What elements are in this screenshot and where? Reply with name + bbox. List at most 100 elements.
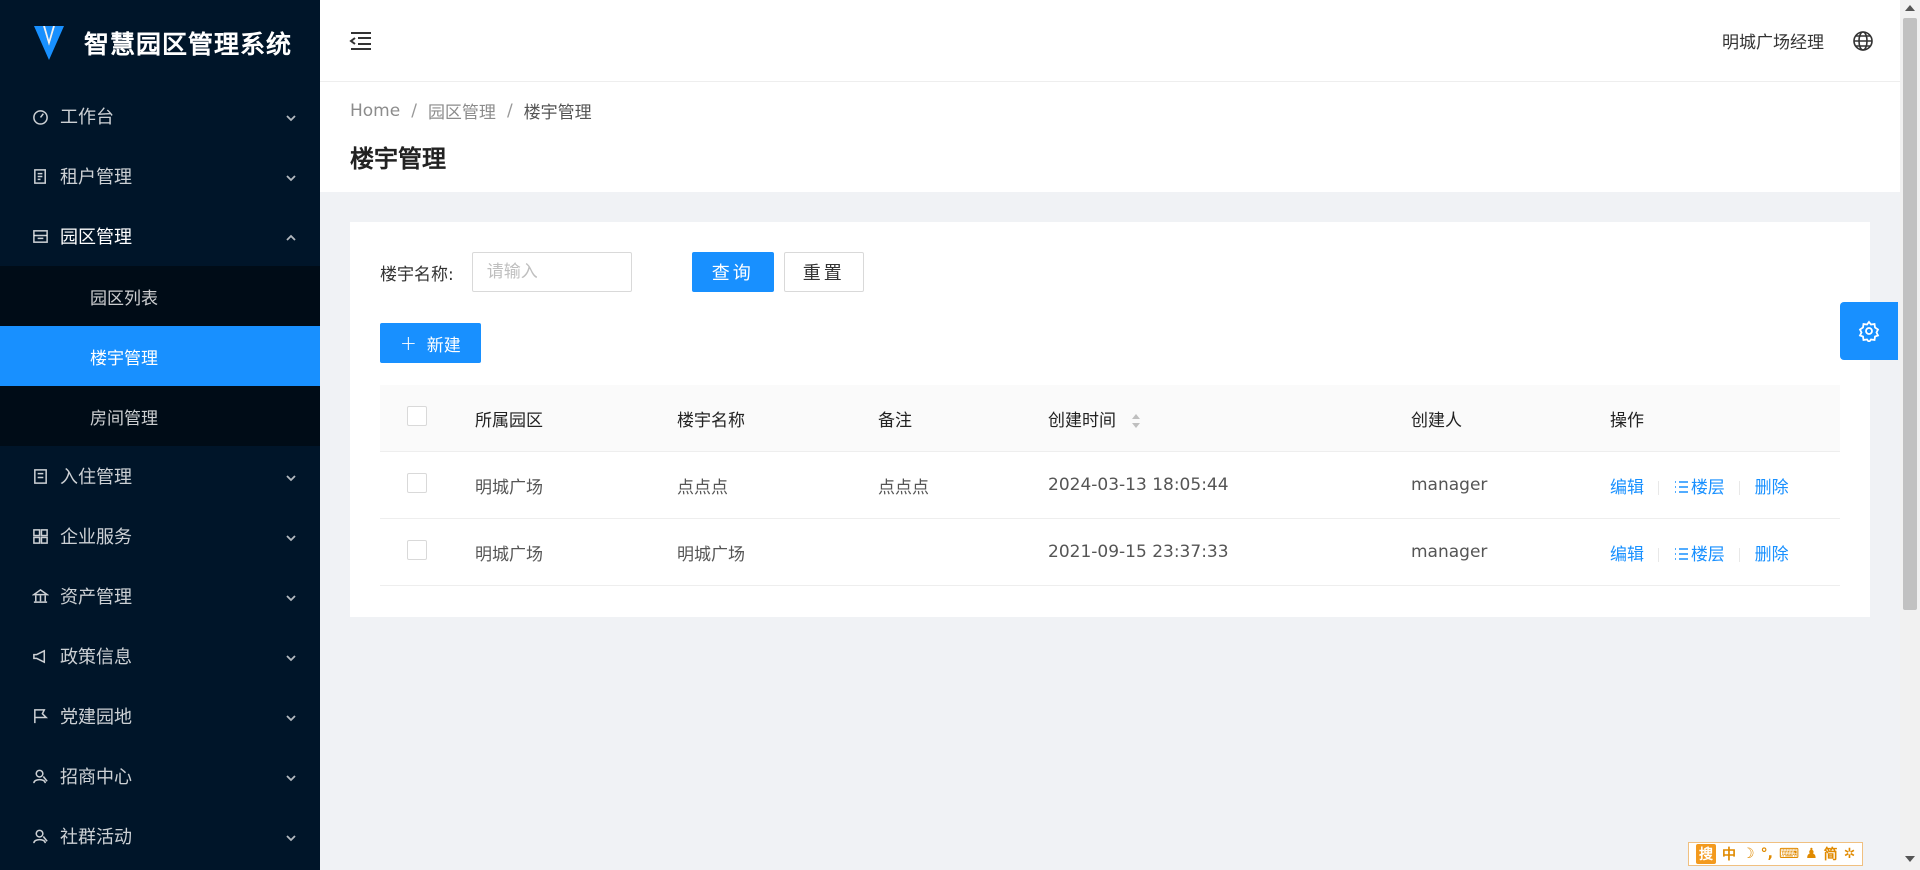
user-icon[interactable]: ♟ — [1805, 846, 1818, 862]
sidebar-item-room[interactable]: 房间管理 — [0, 386, 320, 446]
chevron-down-icon — [284, 589, 298, 603]
top-header: 明城广场经理 — [320, 0, 1900, 82]
floors-link[interactable]: 楼层 — [1674, 545, 1725, 565]
ime-logo-icon[interactable]: 搜 — [1696, 844, 1716, 864]
chevron-down-icon — [284, 829, 298, 843]
sidebar-item-building[interactable]: 楼宇管理 — [0, 326, 320, 386]
action-divider — [1658, 480, 1660, 495]
row-checkbox[interactable] — [407, 539, 427, 560]
breadcrumb-separator: / — [506, 100, 513, 121]
sidebar-item-label: 工作台 — [60, 107, 114, 128]
table-row: 明城广场 明城广场 2021-09-15 23:37:33 manager 编辑… — [380, 519, 1840, 586]
bank-icon — [30, 586, 50, 606]
user-menu[interactable]: 明城广场经理 — [1722, 28, 1824, 53]
column-header-actions: 操作 — [1610, 410, 1644, 431]
park-icon — [30, 226, 50, 246]
sort-icon[interactable] — [1131, 413, 1141, 429]
punctuation-icon[interactable]: °, — [1761, 846, 1773, 862]
cell-created-at: 2024-03-13 18:05:44 — [1048, 475, 1229, 495]
checkin-icon — [30, 466, 50, 486]
action-divider — [1739, 480, 1741, 495]
floors-label: 楼层 — [1690, 477, 1725, 498]
sidebar-item-party[interactable]: 党建园地 — [0, 686, 320, 746]
reset-button[interactable]: 重置 — [783, 252, 864, 292]
delete-link[interactable]: 删除 — [1755, 545, 1789, 565]
column-header-building-name: 楼宇名称 — [677, 410, 745, 431]
sidebar-item-label: 企业服务 — [60, 527, 132, 548]
table-header-row: 所属园区 楼宇名称 备注 创建时间 创建人 操作 — [380, 385, 1840, 452]
sidebar-item-tenant[interactable]: 租户管理 — [0, 146, 320, 206]
scroll-up-arrow[interactable] — [1905, 5, 1915, 11]
sidebar-item-label: 入住管理 — [60, 467, 132, 488]
cell-building-name: 明城广场 — [677, 544, 745, 565]
breadcrumb-park-management[interactable]: 园区管理 — [428, 98, 496, 123]
sidebar-item-enterprise[interactable]: 企业服务 — [0, 506, 320, 566]
ime-settings-icon[interactable]: ✲ — [1844, 846, 1856, 862]
sidebar-item-label: 资产管理 — [60, 587, 132, 608]
breadcrumb-home[interactable]: Home — [350, 101, 400, 121]
floors-label: 楼层 — [1690, 544, 1725, 565]
column-header-park: 所属园区 — [475, 410, 543, 431]
logo-icon — [34, 26, 64, 60]
sidebar-item-policy[interactable]: 政策信息 — [0, 626, 320, 686]
sidebar-item-assets[interactable]: 资产管理 — [0, 566, 320, 626]
floors-link[interactable]: 楼层 — [1674, 478, 1725, 498]
table-row: 明城广场 点点点 点点点 2024-03-13 18:05:44 manager… — [380, 452, 1840, 519]
globe-icon[interactable] — [1852, 30, 1874, 52]
header-right: 明城广场经理 — [1722, 28, 1874, 53]
list-icon — [1674, 546, 1689, 560]
action-divider — [1658, 547, 1660, 562]
sidebar-item-dashboard[interactable]: 工作台 — [0, 86, 320, 146]
sidebar-item-label: 党建园地 — [60, 707, 132, 728]
chevron-down-icon — [284, 649, 298, 663]
content-card: 楼宇名称: 查询 重置 + 新建 所属园区 楼宇名称 备注 创建时间 创建人 操… — [350, 222, 1870, 617]
menu-fold-icon[interactable] — [348, 28, 374, 54]
ime-simplified[interactable]: 简 — [1824, 844, 1838, 864]
chevron-up-icon — [284, 229, 298, 243]
new-button-label: 新建 — [426, 335, 461, 356]
moon-icon[interactable]: ☽ — [1742, 846, 1755, 862]
scroll-down-arrow[interactable] — [1905, 856, 1915, 862]
sidebar: 智慧园区管理系统 工作台 租户管理 园区管理 园区列表 楼宇管理 房间管理 入住… — [0, 0, 320, 870]
app-title: 智慧园区管理系统 — [84, 30, 293, 59]
search-form: 楼宇名称: 查询 重置 — [380, 252, 864, 292]
megaphone-icon — [30, 646, 50, 666]
sidebar-item-investment[interactable]: 招商中心 — [0, 746, 320, 806]
cell-creator: manager — [1411, 542, 1488, 562]
chevron-down-icon — [284, 709, 298, 723]
column-header-created-at[interactable]: 创建时间 — [1048, 406, 1411, 431]
cell-note: 点点点 — [878, 477, 929, 498]
submenu-park: 园区列表 楼宇管理 房间管理 — [0, 266, 320, 446]
cell-actions: 编辑 楼层 删除 — [1610, 540, 1840, 565]
grid-icon — [30, 526, 50, 546]
sidebar-item-park-list[interactable]: 园区列表 — [0, 266, 320, 326]
delete-link[interactable]: 删除 — [1755, 478, 1789, 498]
breadcrumb-current: 楼宇管理 — [523, 103, 592, 123]
row-checkbox[interactable] — [407, 472, 427, 493]
building-table: 所属园区 楼宇名称 备注 创建时间 创建人 操作 明城广场 点点点 点点点 20… — [380, 385, 1840, 586]
edit-link[interactable]: 编辑 — [1610, 545, 1644, 565]
keyboard-icon[interactable]: ⌨ — [1779, 846, 1799, 862]
settings-drawer-button[interactable] — [1840, 302, 1898, 360]
scroll-thumb[interactable] — [1903, 18, 1917, 610]
column-header-creator: 创建人 — [1411, 410, 1462, 431]
edit-link[interactable]: 编辑 — [1610, 478, 1644, 498]
new-building-button[interactable]: + 新建 — [380, 323, 481, 363]
sidebar-item-checkin[interactable]: 入住管理 — [0, 446, 320, 506]
select-all-checkbox[interactable] — [407, 405, 427, 426]
people-icon — [30, 766, 50, 786]
sidebar-item-label: 社群活动 — [60, 827, 132, 848]
page-scrollbar[interactable] — [1900, 0, 1920, 870]
chevron-down-icon — [284, 169, 298, 183]
chevron-down-icon — [284, 529, 298, 543]
sidebar-item-park[interactable]: 园区管理 — [0, 206, 320, 266]
column-header-label: 创建时间 — [1048, 410, 1116, 431]
building-name-input[interactable] — [471, 252, 632, 292]
chevron-down-icon — [284, 469, 298, 483]
sidebar-item-community[interactable]: 社群活动 — [0, 806, 320, 866]
query-button[interactable]: 查询 — [691, 252, 774, 292]
flag-icon — [30, 706, 50, 726]
ime-chinese-mode[interactable]: 中 — [1722, 844, 1736, 864]
app-logo[interactable]: 智慧园区管理系统 — [0, 0, 320, 86]
tenant-icon — [30, 166, 50, 186]
